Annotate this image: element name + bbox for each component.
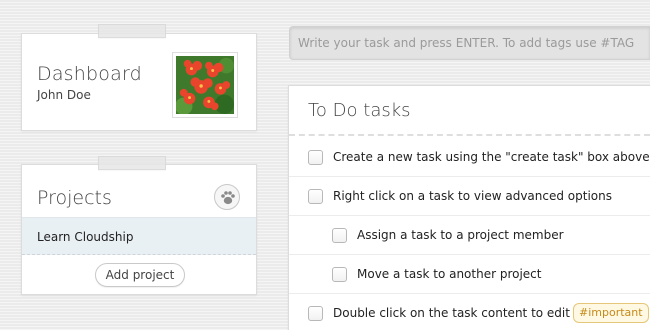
- projects-title: Projects: [37, 187, 112, 209]
- task-text[interactable]: Double click on the task content to edit…: [333, 306, 582, 320]
- user-name: John Doe: [37, 88, 91, 102]
- project-item[interactable]: Learn Cloudship: [22, 217, 256, 255]
- flower-photo-icon: [175, 56, 234, 115]
- task-row[interactable]: Assign a task to a project member: [289, 216, 650, 255]
- task-input[interactable]: [289, 26, 650, 60]
- task-checkbox[interactable]: [308, 150, 323, 165]
- task-row[interactable]: Move a task to another project: [289, 255, 650, 294]
- add-project-button[interactable]: Add project: [95, 263, 185, 287]
- avatar[interactable]: [172, 52, 238, 118]
- tag-badge[interactable]: #important: [573, 303, 649, 323]
- task-checkbox[interactable]: [308, 306, 323, 321]
- task-text[interactable]: Create a new task using the "create task…: [333, 150, 650, 164]
- dashboard-card: Dashboard John Doe: [21, 24, 257, 131]
- task-checkbox[interactable]: [308, 189, 323, 204]
- dashboard-title: Dashboard: [37, 63, 142, 85]
- task-text[interactable]: Right click on a task to view advanced o…: [333, 189, 612, 203]
- task-checkbox[interactable]: [332, 228, 347, 243]
- todo-panel: To Do tasks Create a new task using the …: [288, 85, 650, 330]
- tape-decoration: [98, 24, 166, 38]
- task-checkbox[interactable]: [332, 267, 347, 282]
- todo-header: To Do tasks: [289, 86, 650, 136]
- paw-icon[interactable]: [214, 184, 240, 210]
- task-text[interactable]: Move a task to another project: [357, 267, 542, 281]
- projects-card: Projects Learn Cloudship Add project: [21, 156, 257, 295]
- task-row[interactable]: Create a new task using the "create task…: [289, 138, 650, 177]
- task-row[interactable]: Right click on a task to view advanced o…: [289, 177, 650, 216]
- todo-title: To Do tasks: [308, 100, 411, 121]
- task-text[interactable]: Assign a task to a project member: [357, 228, 564, 242]
- tape-decoration: [98, 156, 166, 170]
- task-row[interactable]: Double click on the task content to edit…: [289, 294, 650, 330]
